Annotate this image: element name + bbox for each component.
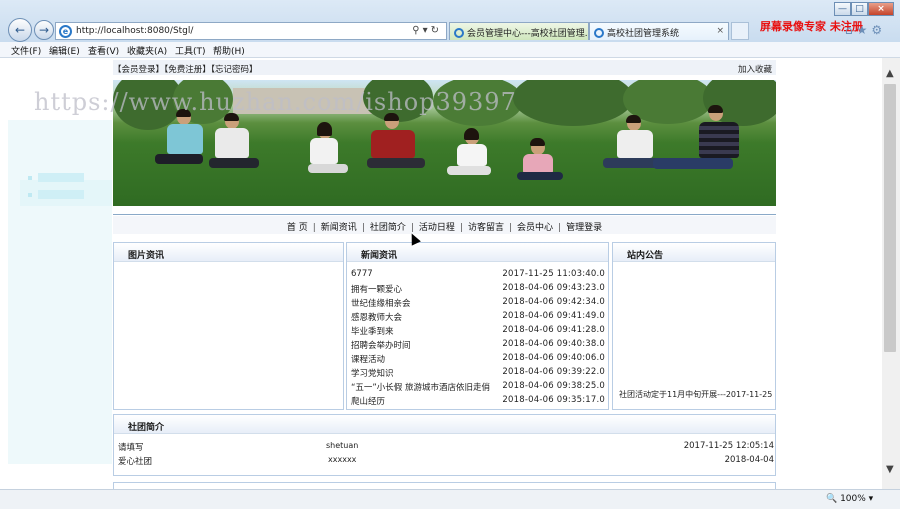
add-favorite-link[interactable]: 加入收藏 bbox=[738, 63, 772, 75]
divider bbox=[113, 214, 776, 215]
member-links[interactable]: 【会员登录】【免费注册】【忘记密码】 bbox=[113, 63, 258, 75]
news-item[interactable]: 6777 2017-11-25 11:03:40.0 bbox=[351, 269, 605, 281]
address-url[interactable]: http://localhost:8080/Stgl/ bbox=[76, 26, 193, 36]
menu-favorites[interactable]: 收藏夹(A) bbox=[127, 44, 167, 57]
zoom-level[interactable]: 🔍 100% ▾ bbox=[826, 494, 873, 504]
menu-view[interactable]: 查看(V) bbox=[88, 44, 119, 57]
scroll-up-icon[interactable]: ▲ bbox=[886, 68, 894, 79]
nav-member-center[interactable]: 会员中心 bbox=[517, 223, 553, 233]
club-item[interactable]: 爱心社团 xxxxxx 2018-04-04 bbox=[118, 455, 774, 467]
news-item[interactable]: 感恩教师大会 2018-04-06 09:41:49.0 bbox=[351, 311, 605, 323]
panel-title: 社团简介 bbox=[114, 415, 775, 434]
scroll-thumb[interactable] bbox=[884, 84, 896, 352]
ie-tab-icon bbox=[594, 28, 604, 38]
tab-member-center[interactable]: 会员管理中心---高校社团管理... bbox=[449, 22, 589, 40]
close-tab-icon[interactable]: × bbox=[716, 26, 724, 36]
news-panel: 新闻资讯 6777 2017-11-25 11:03:40.0 拥有一颗爱心 201… bbox=[346, 242, 609, 410]
new-tab-button[interactable] bbox=[731, 22, 749, 40]
close-window-button[interactable]: × bbox=[868, 2, 894, 16]
news-item[interactable]: 拥有一颗爱心 2018-04-06 09:43:23.0 bbox=[351, 283, 605, 295]
address-bar[interactable]: e http://localhost:8080/Stgl/ ⚲▾↻ bbox=[55, 22, 447, 40]
image-news-panel: 图片资讯 bbox=[113, 242, 344, 410]
notice-scroll-text[interactable]: 社团活动定于11月中旬开展---2017-11-25 bbox=[619, 389, 772, 400]
news-item[interactable]: 学习党知识 2018-04-06 09:39:22.0 bbox=[351, 367, 605, 379]
scroll-down-icon[interactable]: ▼ bbox=[886, 464, 894, 475]
menu-edit[interactable]: 编辑(E) bbox=[49, 44, 80, 57]
panel-title: 新闻资讯 bbox=[347, 243, 608, 262]
panel-title: 图片资讯 bbox=[114, 243, 343, 262]
news-item[interactable]: 毕业季到来 2018-04-06 09:41:28.0 bbox=[351, 325, 605, 337]
back-icon[interactable]: ← bbox=[8, 18, 32, 42]
news-item[interactable]: 招聘会举办时间 2018-04-06 09:40:38.0 bbox=[351, 339, 605, 351]
panel-title: 站内公告 bbox=[613, 243, 775, 262]
menu-bar: 文件(F) 编辑(E) 查看(V) 收藏夹(A) 工具(T) 帮助(H) bbox=[0, 42, 900, 58]
menu-file[interactable]: 文件(F) bbox=[11, 44, 41, 57]
news-item[interactable]: 爬山经历 2018-04-06 09:35:17.0 bbox=[351, 395, 605, 407]
main-nav: 首 页 | 新闻资讯 | 社团简介 | 活动日程 | 访客留言 | 会员中心 | 管理登录 bbox=[113, 216, 776, 234]
menu-help[interactable]: 帮助(H) bbox=[213, 44, 245, 57]
ie-logo-icon: e bbox=[59, 25, 72, 38]
nav-events[interactable]: 活动日程 bbox=[419, 223, 455, 233]
club-intro-panel: 社团简介 请填写 shetuan 2017-11-25 12:05:14 爱心社… bbox=[113, 414, 776, 476]
browser-titlebar: ← → e http://localhost:8080/Stgl/ ⚲▾↻ 会员… bbox=[0, 0, 900, 42]
nav-guestbook[interactable]: 访客留言 bbox=[468, 223, 504, 233]
status-bar: 🔍 100% ▾ bbox=[0, 489, 900, 509]
nav-news[interactable]: 新闻资讯 bbox=[321, 223, 357, 233]
notice-panel: 站内公告 社团活动定于11月中旬开展---2017-11-25 bbox=[612, 242, 776, 410]
tab-club-system[interactable]: 高校社团管理系统 × bbox=[589, 22, 729, 40]
nav-admin-login[interactable]: 管理登录 bbox=[566, 223, 602, 233]
menu-tools[interactable]: 工具(T) bbox=[175, 44, 206, 57]
search-refresh-icons[interactable]: ⚲▾↻ bbox=[412, 25, 442, 36]
news-item[interactable]: “五一”小长假 旅游城市酒店依旧走俏 2018-04-06 09:38:25.0 bbox=[351, 381, 605, 393]
left-sidebar-ghost bbox=[8, 120, 112, 464]
home-favorites-gear-icons[interactable]: ⌂★⚙ bbox=[845, 23, 886, 37]
tab-label: 会员管理中心---高校社团管理... bbox=[467, 29, 589, 39]
minimize-button[interactable]: — bbox=[834, 2, 851, 16]
maximize-button[interactable]: □ bbox=[851, 2, 868, 16]
next-panel-edge bbox=[113, 482, 776, 489]
nav-club-intro[interactable]: 社团简介 bbox=[370, 223, 406, 233]
news-item[interactable]: 世纪佳缘相亲会 2018-04-06 09:42:34.0 bbox=[351, 297, 605, 309]
news-item[interactable]: 课程活动 2018-04-06 09:40:06.0 bbox=[351, 353, 605, 365]
club-item[interactable]: 请填写 shetuan 2017-11-25 12:05:14 bbox=[118, 441, 774, 453]
top-link-bar: 【会员登录】【免费注册】【忘记密码】 加入收藏 bbox=[113, 60, 776, 75]
site-watermark: https://www.huzhan.com/ishop39397 bbox=[34, 88, 517, 116]
forward-icon[interactable]: → bbox=[34, 20, 54, 40]
vertical-scrollbar[interactable]: ▲ ▼ bbox=[882, 58, 900, 489]
tab-label: 高校社团管理系统 bbox=[607, 29, 680, 39]
nav-home[interactable]: 首 页 bbox=[287, 223, 308, 233]
ie-tab-icon bbox=[454, 28, 464, 38]
